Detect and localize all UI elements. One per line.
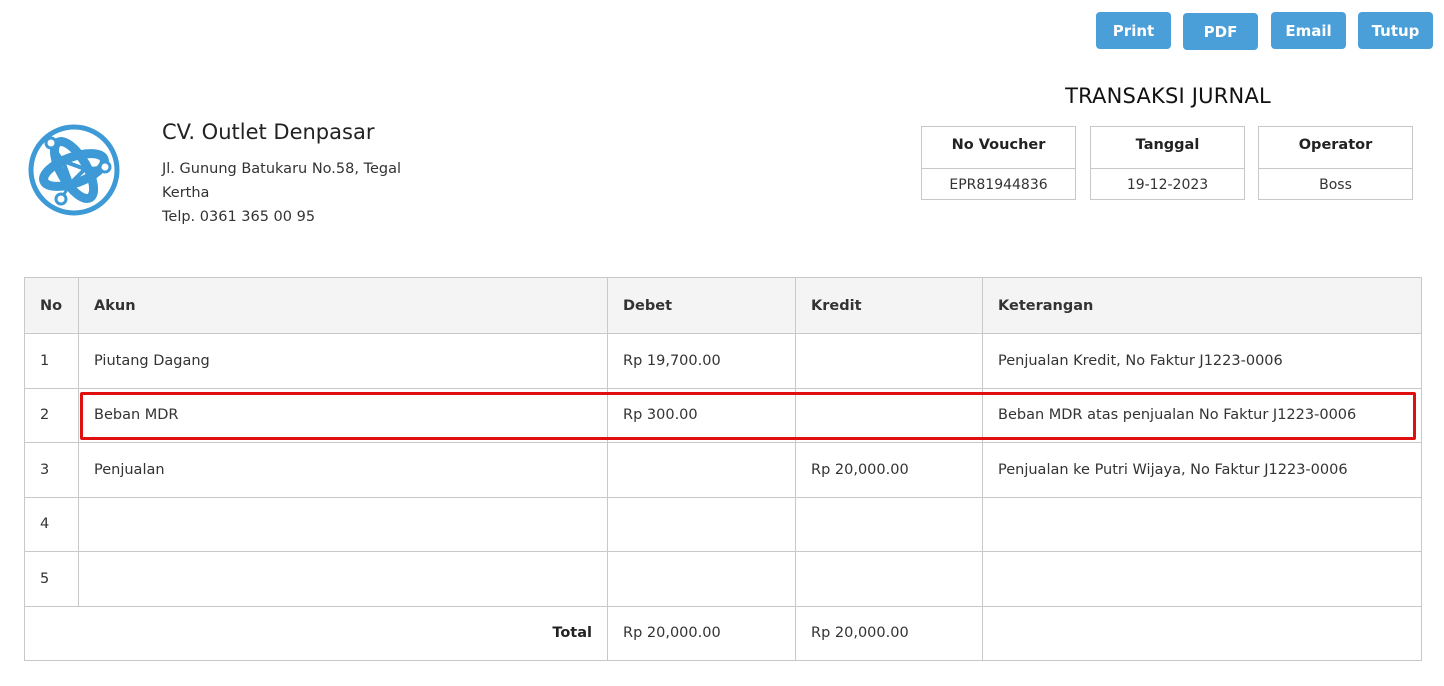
row-keterangan	[982, 551, 1422, 607]
row-akun: Beban MDR	[78, 387, 608, 443]
total-debet: Rp 20,000.00	[607, 605, 796, 661]
row-keterangan: Penjualan Kredit, No Faktur J1223-0006	[982, 333, 1422, 389]
column-header-no: No	[24, 277, 79, 334]
table-row: 4	[24, 496, 1422, 552]
row-keterangan: Penjualan ke Putri Wijaya, No Faktur J12…	[982, 442, 1422, 498]
voucher-box: No Voucher EPR81944836	[921, 126, 1076, 200]
journal-table: No Akun Debet Kredit Keterangan 1 Piutan…	[24, 277, 1422, 661]
total-label: Total	[24, 605, 608, 661]
row-debet	[607, 496, 796, 552]
total-kredit: Rp 20,000.00	[795, 605, 983, 661]
voucher-value: EPR81944836	[949, 177, 1048, 193]
row-kredit	[795, 496, 983, 552]
row-akun: Penjualan	[78, 442, 608, 498]
toolbar: Print PDF Email Tutup	[0, 12, 1444, 50]
print-button[interactable]: Print	[1096, 12, 1171, 49]
table-header-row: No Akun Debet Kredit Keterangan	[24, 277, 1422, 334]
document-title: TRANSAKSI JURNAL	[1065, 84, 1271, 108]
email-button[interactable]: Email	[1271, 12, 1346, 49]
row-debet: Rp 300.00	[607, 387, 796, 443]
table-row: 3 Penjualan Rp 20,000.00 Penjualan ke Pu…	[24, 442, 1422, 498]
column-header-debet: Debet	[607, 277, 796, 334]
row-debet	[607, 442, 796, 498]
date-box: Tanggal 19-12-2023	[1090, 126, 1245, 200]
table-row: 5	[24, 551, 1422, 607]
row-keterangan	[982, 496, 1422, 552]
operator-box: Operator Boss	[1258, 126, 1413, 200]
row-no: 5	[24, 551, 79, 607]
row-kredit	[795, 387, 983, 443]
voucher-label: No Voucher	[922, 127, 1075, 169]
total-keterangan	[982, 605, 1422, 661]
row-debet	[607, 551, 796, 607]
row-kredit	[795, 551, 983, 607]
date-label: Tanggal	[1091, 127, 1244, 169]
company-address: Jl. Gunung Batukaru No.58, Tegal Kertha	[162, 161, 402, 201]
column-header-kredit: Kredit	[795, 277, 983, 334]
row-kredit	[795, 333, 983, 389]
close-button[interactable]: Tutup	[1358, 12, 1433, 49]
row-debet: Rp 19,700.00	[607, 333, 796, 389]
column-header-keterangan: Keterangan	[982, 277, 1422, 334]
row-keterangan: Beban MDR atas penjualan No Faktur J1223…	[982, 387, 1422, 443]
row-no: 1	[24, 333, 79, 389]
table-row: 1 Piutang Dagang Rp 19,700.00 Penjualan …	[24, 333, 1422, 389]
row-no: 3	[24, 442, 79, 498]
company-name: CV. Outlet Denpasar	[162, 120, 375, 144]
atom-logo-icon	[27, 123, 121, 217]
table-row: 2 Beban MDR Rp 300.00 Beban MDR atas pen…	[24, 387, 1422, 443]
table-total-row: Total Rp 20,000.00 Rp 20,000.00	[24, 605, 1422, 661]
pdf-button[interactable]: PDF	[1183, 13, 1258, 50]
column-header-akun: Akun	[78, 277, 608, 334]
row-akun	[78, 496, 608, 552]
row-akun	[78, 551, 608, 607]
row-kredit: Rp 20,000.00	[795, 442, 983, 498]
operator-value: Boss	[1319, 177, 1352, 193]
company-phone: Telp. 0361 365 00 95	[162, 209, 316, 225]
row-no: 2	[24, 387, 79, 443]
row-akun: Piutang Dagang	[78, 333, 608, 389]
row-no: 4	[24, 496, 79, 552]
operator-label: Operator	[1259, 127, 1412, 169]
date-value: 19-12-2023	[1126, 177, 1209, 193]
